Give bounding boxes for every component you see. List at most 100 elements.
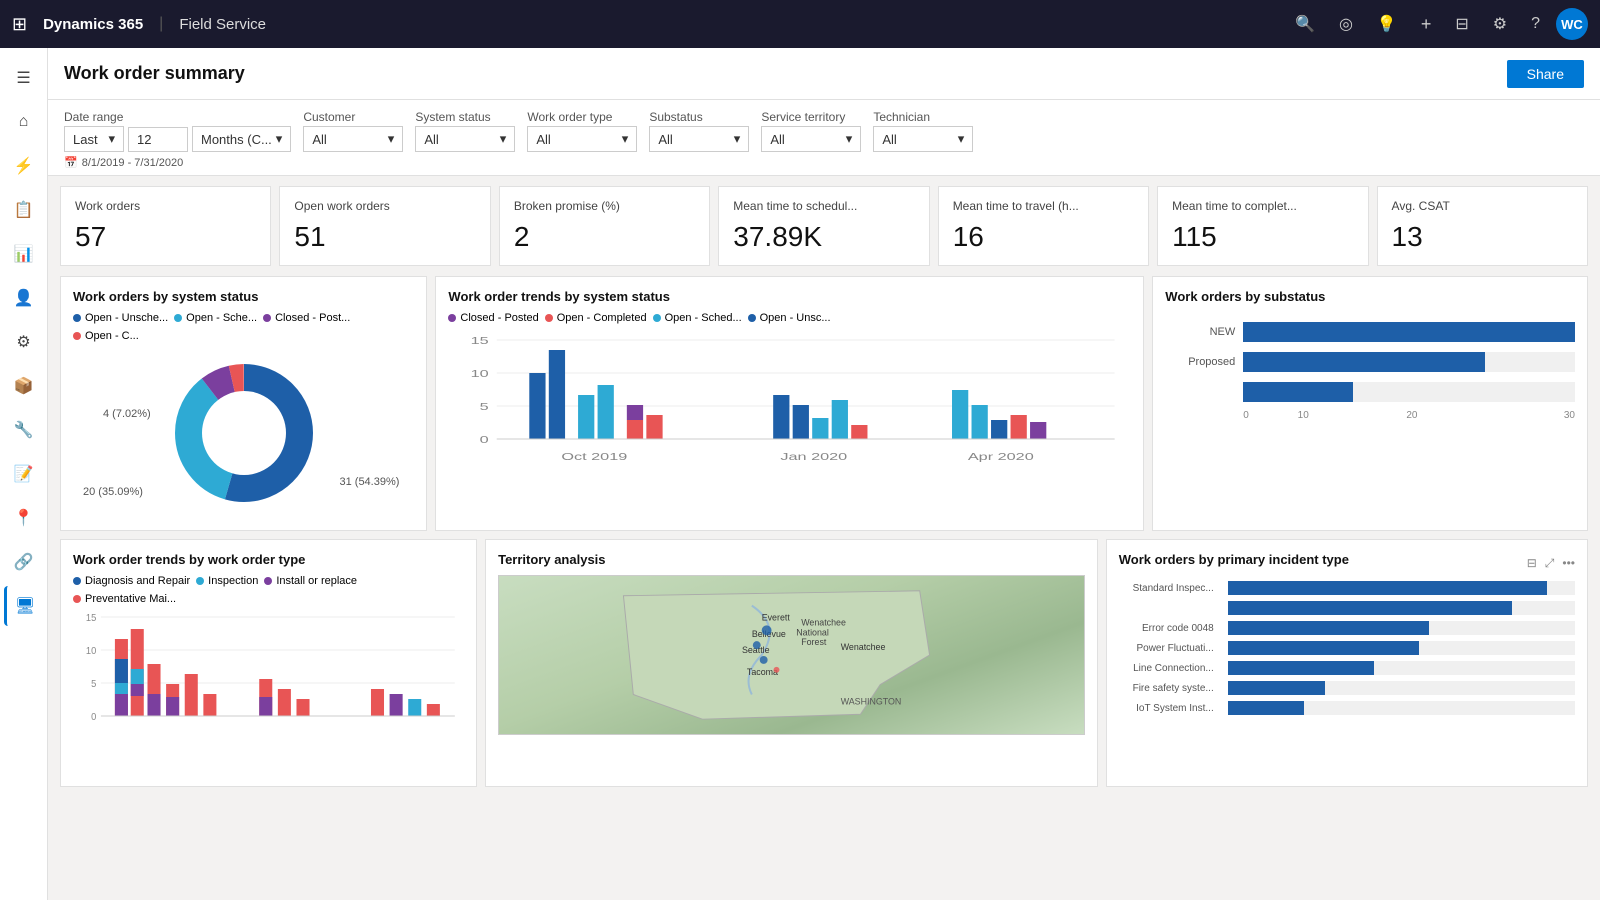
sidebar-item-reports[interactable]: 📝 [4,454,44,494]
svg-text:WASHINGTON: WASHINGTON [841,696,902,706]
incident-bar-5: Fire safety syste... [1119,681,1575,695]
main-content: Work order summary Share Date range Last… [48,48,1600,900]
header-bar: Work order summary Share [48,48,1600,100]
kpi-label: Mean time to schedul... [733,199,914,213]
kpi-value: 37.89K [733,221,914,253]
date-range-unit-select[interactable]: Months (C... ▾ [192,126,291,152]
customer-label: Customer [303,110,403,124]
work-order-type-select[interactable]: All▾ [527,126,637,152]
sidebar-item-settings[interactable]: ⚙ [4,322,44,362]
customer-select[interactable]: All▾ [303,126,403,152]
kpi-label: Avg. CSAT [1392,199,1573,213]
kpi-card-5: Mean time to complet... 115 [1157,186,1368,266]
search-icon[interactable]: 🔍 [1295,14,1315,34]
donut-chart-card: Work orders by system status Open - Unsc… [60,276,427,531]
apps-icon[interactable]: ⊞ [12,14,27,35]
incident-bar-1 [1119,601,1575,615]
svg-text:Jan 2020: Jan 2020 [781,451,848,462]
substatus-select[interactable]: All▾ [649,126,749,152]
substatus-chart-card: Work orders by substatus NEW Proposed [1152,276,1588,531]
sidebar-item-home[interactable]: ⌂ [4,102,44,142]
svg-text:0: 0 [91,712,96,723]
page-title: Work order summary [64,63,245,84]
service-territory-select[interactable]: All▾ [761,126,861,152]
sidebar-item-inventory[interactable]: 📦 [4,366,44,406]
kpi-card-0: Work orders 57 [60,186,271,266]
svg-text:10: 10 [471,368,489,379]
incident-bar-4: Line Connection... [1119,661,1575,675]
user-avatar[interactable]: WC [1556,8,1588,40]
system-status-label: System status [415,110,515,124]
substatus-chart-title: Work orders by substatus [1165,289,1575,304]
nav-divider: | [159,15,163,33]
svg-text:15: 15 [86,613,96,624]
sidebar-item-menu[interactable]: ☰ [4,58,44,98]
filter-icon[interactable]: ⊟ [1455,14,1468,34]
bulb-icon[interactable]: 💡 [1377,14,1397,34]
substatus-label: Substatus [649,110,749,124]
sidebar-item-contacts[interactable]: 👤 [4,278,44,318]
expand-action-icon[interactable]: ⤢ [1545,556,1555,571]
work-order-type-label: Work order type [527,110,637,124]
kpi-label: Mean time to complet... [1172,199,1353,213]
kpi-value: 51 [294,221,475,253]
kpi-value: 115 [1172,221,1353,253]
svg-text:15: 15 [471,335,489,346]
service-territory-filter: Service territory All▾ [761,110,861,152]
svg-text:Tacoma: Tacoma [747,667,778,677]
charts-row-1: Work orders by system status Open - Unsc… [48,276,1600,539]
substatus-bar-proposed: Proposed [1165,352,1575,372]
svg-text:Oct 2019: Oct 2019 [562,451,628,462]
territory-chart-title: Territory analysis [498,552,1085,567]
filters-bar: Date range Last ▾ 12 Months (C... ▾ [48,100,1600,176]
sidebar-item-resources[interactable]: 🔧 [4,410,44,450]
help-icon[interactable]: ? [1531,15,1540,33]
sidebar-item-integrations[interactable]: 🔗 [4,542,44,582]
module-name: Field Service [179,16,266,33]
brand-name: Dynamics 365 [43,16,143,33]
add-icon[interactable]: + [1421,14,1432,35]
work-order-type-chart-title: Work order trends by work order type [73,552,464,567]
sidebar-item-workorders[interactable]: 📋 [4,190,44,230]
svg-text:10: 10 [86,646,96,657]
date-range-display: 📅 8/1/2019 - 7/31/2020 [64,156,1584,169]
work-order-type-chart-card: Work order trends by work order type Dia… [60,539,477,787]
share-button[interactable]: Share [1507,60,1584,88]
incident-chart-header: Work orders by primary incident type ⊟ ⤢… [1119,552,1575,575]
technician-filter: Technician All▾ [873,110,973,152]
target-icon[interactable]: ◎ [1339,14,1353,34]
svg-text:Everett: Everett [762,612,791,622]
system-status-filter: System status All▾ [415,110,515,152]
sidebar-item-dashboard[interactable]: 📊 [4,234,44,274]
incident-bar-6: IoT System Inst... [1119,701,1575,715]
customer-filter: Customer All▾ [303,110,403,152]
svg-text:Wenatchee: Wenatchee [801,617,846,627]
more-action-icon[interactable]: ••• [1562,556,1575,571]
incident-chart-title: Work orders by primary incident type [1119,552,1349,567]
technician-label: Technician [873,110,973,124]
donut-chart-title: Work orders by system status [73,289,414,304]
settings-icon[interactable]: ⚙ [1493,14,1507,34]
incident-bar-3: Power Fluctuati... [1119,641,1575,655]
trend-chart-card: Work order trends by system status Close… [435,276,1144,531]
kpi-card-2: Broken promise (%) 2 [499,186,710,266]
sidebar-item-location[interactable]: 📍 [4,498,44,538]
incident-chart-actions: ⊟ ⤢ ••• [1527,556,1575,571]
work-order-type-filter: Work order type All▾ [527,110,637,152]
kpi-card-3: Mean time to schedul... 37.89K [718,186,929,266]
kpi-label: Broken promise (%) [514,199,695,213]
date-range-preset-select[interactable]: Last ▾ [64,126,124,152]
date-range-label: Date range [64,110,291,124]
territory-chart-card: Territory analysis Wenatchee National Fo… [485,539,1098,787]
kpi-label: Mean time to travel (h... [953,199,1134,213]
technician-select[interactable]: All▾ [873,126,973,152]
filter-action-icon[interactable]: ⊟ [1527,556,1537,571]
incident-bar-2: Error code 0048 [1119,621,1575,635]
sidebar-item-active[interactable]: 🖥 [4,586,44,626]
sidebar-item-activities[interactable]: ⚡ [4,146,44,186]
svg-text:5: 5 [91,679,96,690]
kpi-label: Open work orders [294,199,475,213]
date-range-num-select[interactable]: 12 [128,127,188,152]
svg-text:National: National [796,627,829,637]
system-status-select[interactable]: All▾ [415,126,515,152]
